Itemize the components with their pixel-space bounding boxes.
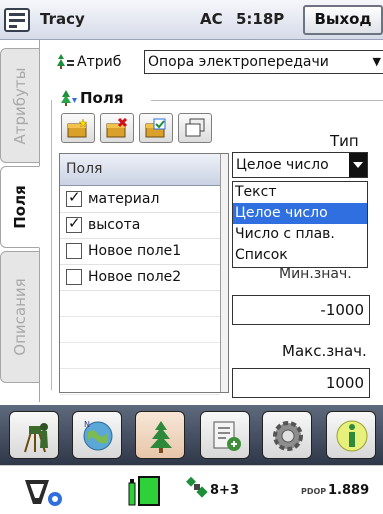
field-list-scrollbar[interactable] [220, 154, 228, 392]
fields-group-icon [61, 90, 77, 106]
min-value-input[interactable]: -1000 [232, 295, 370, 325]
max-value-label: Макс.знач. [282, 342, 367, 360]
battery-icon [128, 476, 160, 506]
type-option-integer[interactable]: Целое число [233, 203, 367, 224]
title-bar: Tracy AC 5:18P Выход [0, 0, 383, 40]
tab-descriptions[interactable]: Описания [0, 251, 40, 383]
tab-fields-label: Поля [11, 185, 29, 229]
list-item[interactable]: Новое поле2 [60, 265, 220, 291]
field-list-header[interactable]: Поля [60, 154, 220, 186]
copy-field-icon [185, 118, 205, 137]
svg-text:N: N [84, 420, 90, 429]
empty-row [60, 317, 220, 343]
start-menu-icon[interactable] [4, 8, 30, 32]
layer-select-value: Опора электропередачи [148, 54, 329, 70]
map-button[interactable]: N [72, 411, 122, 459]
tab-fields[interactable]: Поля [0, 166, 40, 248]
type-option-list[interactable]: Список [233, 245, 367, 266]
power-mode: AC [200, 10, 223, 28]
type-option-text[interactable]: Текст [233, 182, 367, 203]
chevron-down-icon[interactable] [349, 153, 367, 177]
app-title: Tracy [40, 10, 85, 28]
field-checkbox[interactable] [66, 188, 82, 207]
app-toolbar: N [0, 405, 383, 465]
type-select[interactable]: Целое число [232, 152, 368, 178]
min-value-label: Мин.знач. [279, 266, 352, 282]
settings-icon [273, 421, 303, 451]
pdop-value: 1.889 [328, 483, 370, 498]
pdop-label: PDOP [301, 487, 327, 496]
field-checkbox[interactable] [66, 243, 82, 259]
tab-descriptions-label: Описания [11, 278, 29, 356]
gps-receiver-icon [25, 480, 62, 506]
chevron-down-icon: ▼ [372, 55, 381, 68]
type-select-value: Целое число [236, 157, 329, 173]
delete-field-button[interactable] [100, 113, 134, 143]
list-item[interactable]: Новое поле1 [60, 239, 220, 265]
attributes-label: Атриб [77, 54, 122, 70]
survey-icon [24, 423, 48, 453]
new-field-button[interactable] [61, 113, 95, 143]
survey-button[interactable] [9, 411, 59, 459]
tab-attributes[interactable]: Атрибуты [0, 48, 40, 163]
type-label: Тип [330, 132, 359, 150]
type-option-float[interactable]: Число с плав. [233, 224, 367, 245]
list-item[interactable]: высота [60, 213, 220, 239]
copy-field-button[interactable] [178, 113, 212, 143]
empty-row [60, 369, 220, 395]
field-name: Новое поле1 [88, 243, 182, 259]
group-divider-left [51, 100, 52, 390]
tab-attributes-label: Атрибуты [11, 67, 29, 144]
max-value-input[interactable]: 1000 [232, 368, 370, 398]
fields-panel: Атриб Опора электропередачи ▼ Поля Тип П… [39, 40, 383, 402]
layer-tree-icon [57, 54, 74, 69]
new-field-icon [67, 118, 88, 138]
satellite-count: 8+3 [210, 483, 239, 498]
edit-field-button[interactable] [139, 113, 173, 143]
type-options-list[interactable]: Текст Целое число Число с плав. Список [232, 181, 368, 268]
exit-button[interactable]: Выход [303, 5, 383, 35]
group-divider [151, 100, 383, 101]
files-button[interactable] [200, 411, 250, 459]
info-icon [336, 420, 368, 452]
layer-select[interactable]: Опора электропередачи ▼ [144, 50, 383, 74]
field-name: высота [88, 217, 141, 233]
empty-row [60, 343, 220, 369]
field-checkbox[interactable] [66, 269, 82, 285]
clock: 5:18P [236, 10, 285, 28]
fields-group-label: Поля [80, 89, 124, 107]
tree-button[interactable] [135, 411, 185, 459]
files-icon [213, 421, 241, 451]
edit-field-icon [145, 118, 166, 138]
status-bar: 8+3 PDOP 1.889 [0, 465, 383, 514]
empty-row [60, 291, 220, 317]
delete-field-icon [106, 118, 128, 138]
info-button[interactable] [326, 411, 376, 459]
field-list[interactable]: Поля материал высота Новое поле1 Новое п… [59, 153, 229, 395]
satellite-icon [186, 476, 208, 498]
field-name: Новое поле2 [88, 269, 182, 285]
settings-button[interactable] [262, 411, 312, 459]
map-icon: N [83, 420, 113, 451]
list-item[interactable]: материал [60, 187, 220, 213]
field-checkbox[interactable] [66, 214, 82, 233]
tree-icon [150, 421, 172, 453]
field-name: материал [88, 191, 160, 207]
